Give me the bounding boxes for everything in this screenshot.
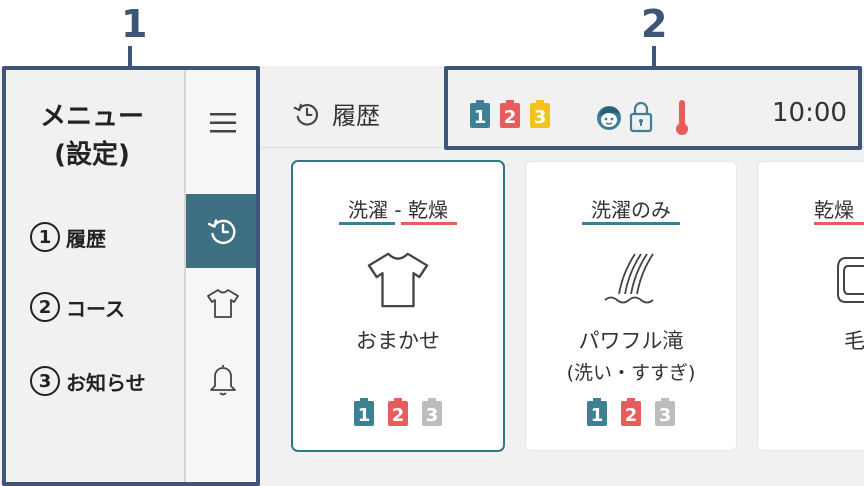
sidebar-notice-button[interactable] — [186, 342, 260, 416]
card-badge-2: 2 — [388, 398, 408, 426]
menu-title-line1: メニュー — [39, 102, 144, 132]
history-icon — [293, 103, 319, 126]
card-category: 洗濯のみ — [591, 198, 671, 222]
card-badge-label: 2 — [392, 405, 405, 426]
status-badge-label: 3 — [534, 107, 547, 128]
hamburger-icon — [210, 113, 236, 133]
status-badge-1: 1 — [470, 100, 490, 128]
card-badge-label: 3 — [659, 405, 672, 426]
water-flow-icon — [604, 253, 654, 304]
course-card-powerful-fall[interactable]: 洗濯のみ パワフル滝 (洗い・すすぎ) 1 2 3 — [526, 162, 736, 450]
callout-tick-2 — [652, 46, 656, 66]
card-badges: 1 2 3 — [526, 398, 736, 426]
menu-panel: メニュー (設定) 1 履歴 2 コース 3 お知らせ — [0, 66, 184, 486]
status-badge-3: 3 — [530, 100, 550, 128]
blanket-icon — [837, 257, 864, 303]
card-name-sub: (洗い・すすぎ) — [566, 362, 696, 384]
menu-item-number: 3 — [30, 366, 60, 396]
card-badge-label: 2 — [625, 405, 638, 426]
card-category-sep: - — [394, 198, 402, 222]
status-badge-2: 2 — [500, 100, 520, 128]
sidebar — [184, 66, 260, 486]
wash-underline — [582, 222, 680, 225]
callout-number-1: 1 — [121, 2, 148, 46]
menu-item-notice[interactable]: 3 お知らせ — [30, 366, 146, 396]
card-badge-1: 1 — [587, 398, 607, 426]
dry-underline — [814, 222, 864, 225]
sidebar-history-button[interactable] — [186, 194, 260, 268]
sidebar-menu-button[interactable] — [186, 86, 260, 160]
status-badge-label: 1 — [474, 107, 487, 128]
menu-item-label: コース — [66, 296, 125, 321]
card-category-wash: 洗濯 — [348, 198, 389, 222]
menu-item-label: お知らせ — [66, 370, 146, 395]
shirt-icon — [207, 289, 239, 318]
status-badge-label: 2 — [504, 107, 517, 128]
card-badge-label: 1 — [591, 405, 604, 426]
card-badge-3: 3 — [655, 398, 675, 426]
menu-item-course[interactable]: 2 コース — [30, 292, 125, 322]
menu-title-line2: (設定) — [54, 140, 130, 170]
callout-tick-1 — [128, 46, 132, 66]
menu-item-number: 1 — [30, 222, 60, 252]
card-category: 洗濯 - 乾燥 — [293, 194, 503, 223]
card-badges: 1 2 3 — [293, 398, 503, 426]
card-category-dry: 乾燥 — [407, 198, 448, 222]
card-badge-label: 1 — [358, 405, 371, 426]
sidebar-course-button[interactable] — [186, 266, 260, 340]
card-badge-2: 2 — [621, 398, 641, 426]
menu-title: メニュー (設定) — [0, 98, 184, 174]
bell-icon — [210, 365, 236, 396]
child-face-icon — [597, 106, 621, 130]
menu-item-number: 2 — [30, 292, 60, 322]
card-category: 乾燥 — [814, 198, 854, 222]
dry-underline — [401, 222, 457, 225]
thermometer-icon — [676, 100, 688, 135]
card-name: おまかせ — [356, 329, 440, 353]
card-name: 毛 — [844, 329, 864, 353]
menu-item-history[interactable]: 1 履歴 — [30, 222, 106, 252]
shirt-icon — [367, 252, 429, 308]
course-card-dry-blanket[interactable]: 乾燥 毛 — [758, 162, 864, 450]
history-icon — [207, 219, 236, 245]
lock-icon — [629, 101, 653, 133]
card-badge-3: 3 — [422, 398, 442, 426]
card-badge-label: 3 — [426, 405, 439, 426]
page-title-label: 履歴 — [332, 102, 380, 130]
card-badge-1: 1 — [354, 398, 374, 426]
card-name: パワフル滝 — [578, 329, 684, 353]
wash-underline — [339, 222, 395, 225]
page-title: 履歴 — [292, 96, 380, 131]
clock: 10:00 — [772, 98, 847, 128]
callout-number-2: 2 — [641, 2, 668, 46]
menu-item-label: 履歴 — [66, 226, 106, 251]
course-card-omakase[interactable]: 洗濯 - 乾燥 おまかせ 1 2 3 — [293, 162, 503, 450]
